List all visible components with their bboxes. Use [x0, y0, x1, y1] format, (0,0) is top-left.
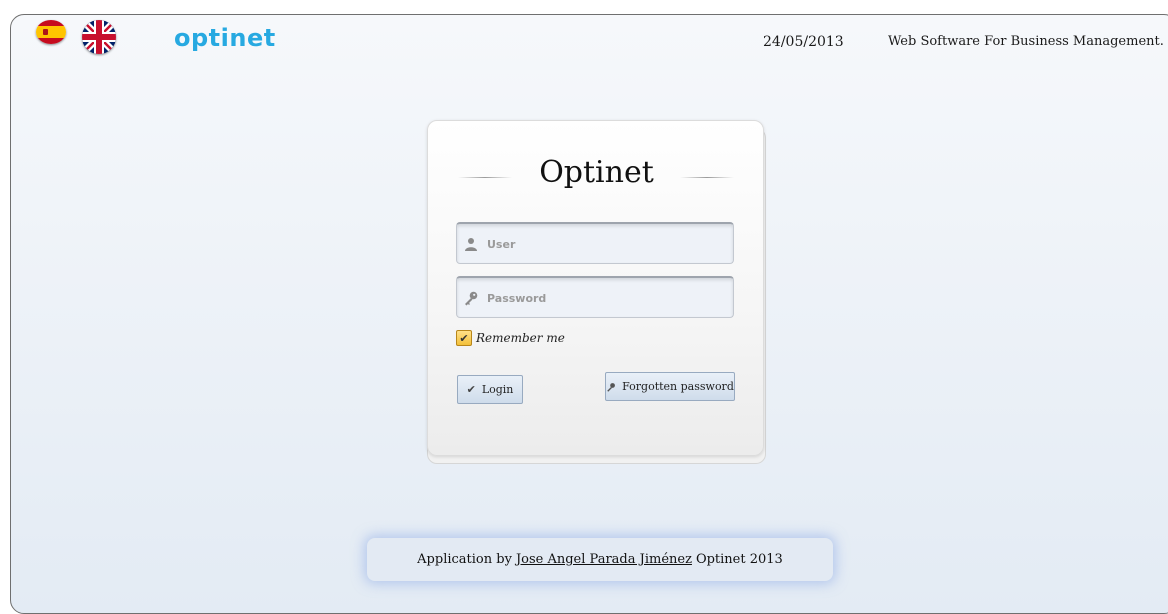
user-input[interactable]: [485, 224, 729, 264]
login-button-label: Login: [481, 383, 514, 396]
app-tagline: Web Software For Business Management.: [888, 34, 1164, 49]
user-field[interactable]: [456, 222, 734, 264]
password-input[interactable]: [485, 278, 729, 318]
spanish-flag-icon[interactable]: [36, 20, 66, 44]
login-card: Optinet ✔ Remember me ✔ Login Forgotten …: [427, 120, 764, 456]
check-icon: ✔: [466, 383, 476, 396]
author-link[interactable]: Jose Angel Parada Jiménez: [516, 552, 692, 567]
uk-flag-icon[interactable]: [82, 20, 116, 54]
uk-flag-graphic: [82, 20, 116, 54]
remember-me-label: Remember me: [476, 331, 565, 345]
user-icon: [465, 238, 477, 251]
forgotten-password-button[interactable]: Forgotten password: [605, 372, 735, 401]
footer-prefix: Application by: [417, 552, 512, 567]
app-logo[interactable]: optinet: [174, 24, 276, 52]
forgotten-password-label: Forgotten password: [622, 380, 734, 393]
password-field[interactable]: [456, 276, 734, 318]
footer-suffix: Optinet 2013: [695, 552, 783, 567]
remember-me-checkbox[interactable]: ✔: [456, 330, 472, 346]
title-divider-right: [680, 177, 734, 178]
key-icon: [465, 291, 478, 306]
current-date: 24/05/2013: [763, 34, 844, 50]
login-title: Optinet: [539, 155, 654, 190]
login-button[interactable]: ✔ Login: [457, 375, 523, 404]
key-icon: [607, 382, 616, 392]
remember-me[interactable]: ✔ Remember me: [456, 330, 565, 346]
checkmark-icon: ✔: [459, 331, 469, 345]
footer-credits: Application by Jose Angel Parada Jiménez…: [367, 538, 833, 581]
